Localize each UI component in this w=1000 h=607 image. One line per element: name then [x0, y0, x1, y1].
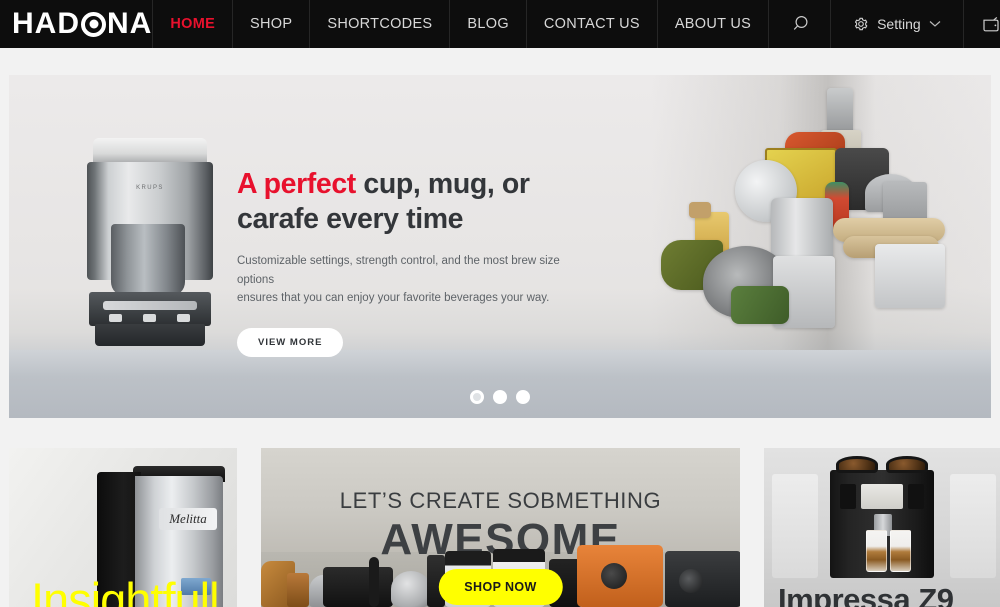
shop-now-button[interactable]: SHOP NOW [438, 569, 563, 605]
hero-title-rest: cup, mug, or [355, 168, 530, 200]
main-navigation: HOME SHOP SHORTCODES BLOG CONTACT US ABO… [153, 0, 832, 48]
promo-card-row: Melitta Insightfull LET’S CREATE SOBMETH… [0, 448, 1000, 607]
hero-title-accent: A perfect [237, 168, 356, 200]
search-button[interactable] [769, 0, 832, 48]
hero-countertop [9, 350, 991, 418]
hero-subtitle-line1: Customizable settings, strength control,… [237, 255, 560, 286]
slider-pagination [9, 390, 991, 404]
jura-machine-image [830, 456, 934, 578]
melitta-brand-label: Melitta [159, 508, 217, 530]
promo-card-right-caption: Impressa Z9 [778, 582, 954, 607]
hero-copy: A perfect cup, mug, or carafe every time… [237, 167, 587, 357]
nav-item-about-us[interactable]: ABOUT US [658, 0, 770, 48]
coffee-maker-image: KRUPS [87, 138, 213, 346]
cart-button[interactable]: 0 item [964, 0, 1000, 48]
slider-dot-1[interactable] [470, 390, 484, 404]
logo-text: HAD NA [12, 9, 152, 39]
hero-title: A perfect cup, mug, or carafe every time [237, 167, 587, 237]
hero-subtitle: Customizable settings, strength control,… [237, 252, 577, 308]
site-header: HAD NA HOME SHOP SHORTCODES BLOG CONTACT… [0, 0, 1000, 48]
hero-subtitle-line2: ensures that you can enjoy your favorite… [237, 292, 550, 305]
slider-dot-2[interactable] [493, 390, 507, 404]
hero-slider: KRUPS A perfect cup, mug, or carafe ever… [9, 75, 991, 418]
search-icon [793, 15, 808, 30]
promo-card-left-caption: Insightfull [31, 573, 220, 607]
setting-dropdown[interactable]: Setting [831, 0, 964, 48]
nav-item-blog[interactable]: BLOG [450, 0, 527, 48]
slider-dot-3[interactable] [516, 390, 530, 404]
kitchen-clutter-image [639, 86, 969, 354]
chevron-down-icon [929, 21, 941, 27]
jura-side-machine-right [950, 474, 996, 578]
cart-icon [983, 16, 999, 31]
hero-title-line2: carafe every time [237, 203, 464, 236]
coffee-maker-brand: KRUPS [136, 185, 164, 191]
setting-label: Setting [877, 16, 921, 32]
logo[interactable]: HAD NA [0, 0, 154, 48]
view-more-button[interactable]: VIEW MORE [237, 327, 344, 357]
nav-item-contact-us[interactable]: CONTACT US [527, 0, 658, 48]
hero-section: KRUPS A perfect cup, mug, or carafe ever… [0, 48, 1000, 418]
jura-side-machine-left [772, 474, 818, 578]
promo-card-middle-headline-small: LET’S CREATE SOBMETHING [339, 488, 662, 513]
logo-text-after: NA [107, 7, 153, 40]
promo-card-left[interactable]: Melitta Insightfull [9, 448, 237, 607]
nav-item-shortcodes[interactable]: SHORTCODES [310, 0, 451, 48]
promo-card-middle[interactable]: LET’S CREATE SOBMETHING AWESOME SHOP NOW [261, 448, 740, 607]
nav-item-shop[interactable]: SHOP [233, 0, 311, 48]
header-utilities: Setting 0 item [831, 0, 1000, 48]
ring-icon [81, 11, 106, 37]
promo-card-right[interactable]: Impressa Z9 [764, 448, 1000, 607]
gear-icon [855, 17, 868, 31]
logo-text-before: HAD [12, 7, 80, 40]
nav-item-home[interactable]: HOME [153, 0, 234, 48]
